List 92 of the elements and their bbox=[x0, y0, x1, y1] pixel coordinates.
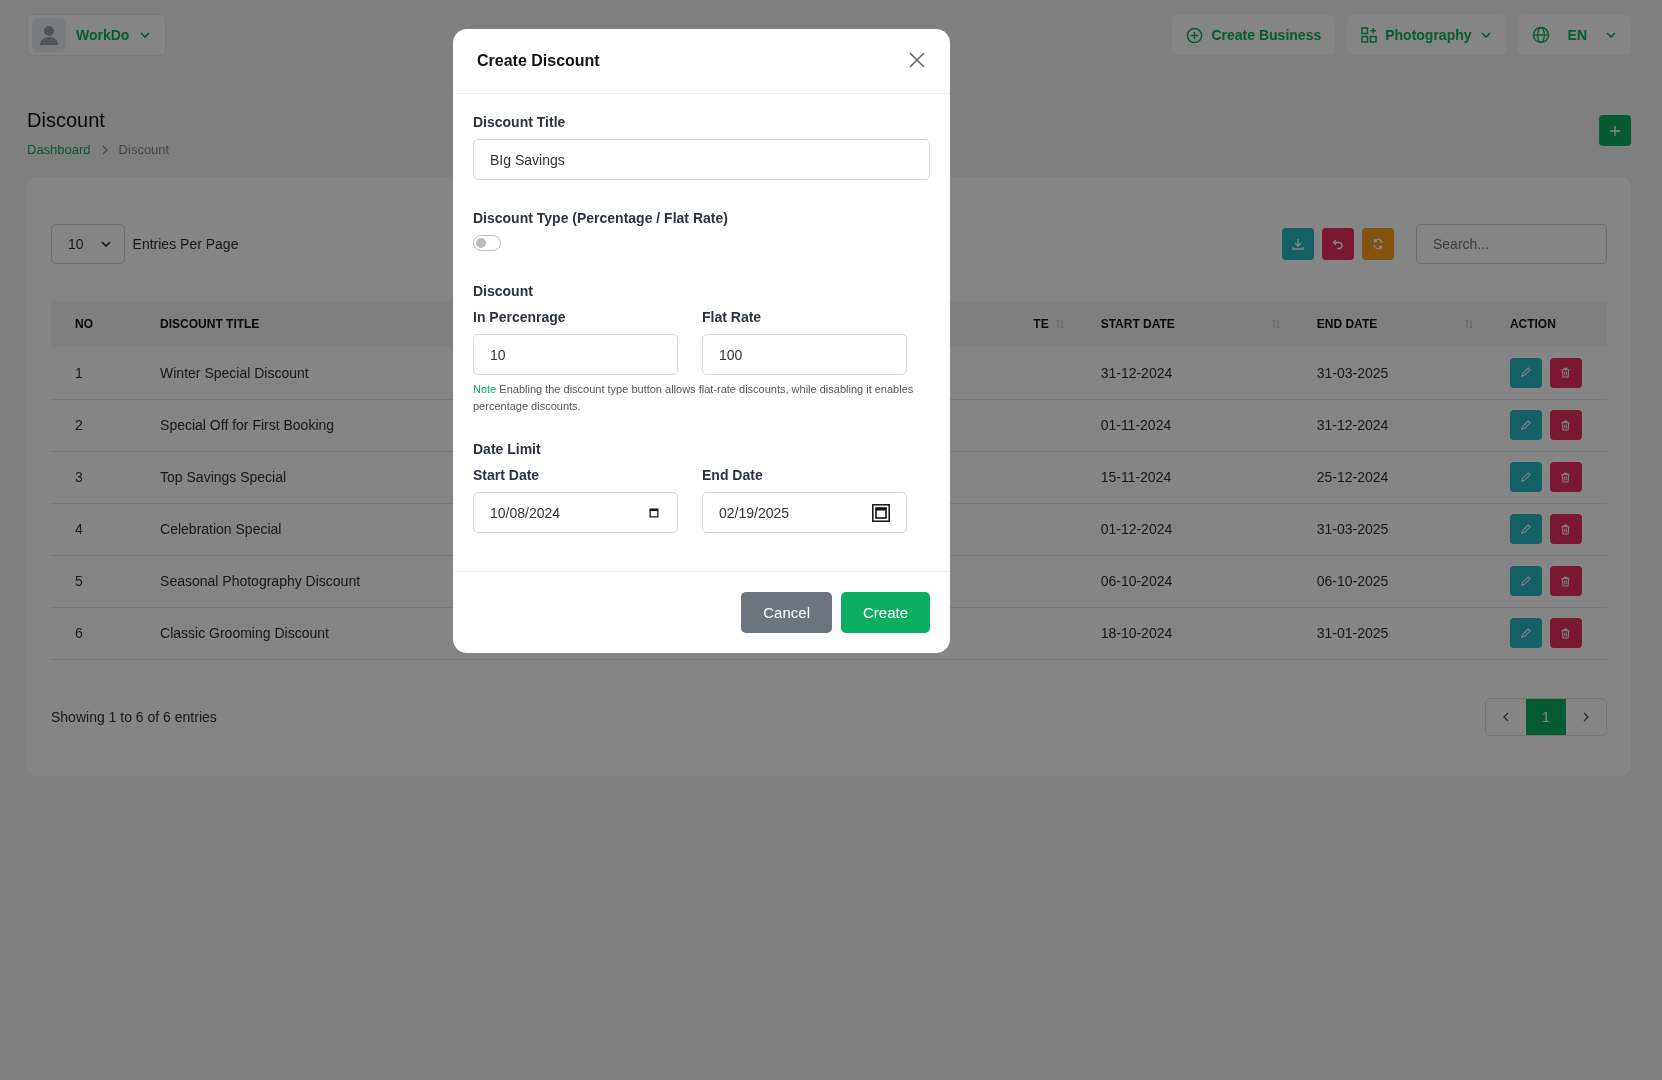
chevron-down-icon bbox=[1479, 29, 1492, 41]
table-cell: 18-10-2024 bbox=[1076, 607, 1293, 659]
export-button[interactable] bbox=[1282, 228, 1314, 260]
toggle-switch[interactable] bbox=[473, 235, 501, 251]
input-field[interactable]: 10 bbox=[473, 334, 678, 375]
table-cell: 5 bbox=[51, 555, 137, 607]
pencil-icon bbox=[1520, 367, 1532, 379]
table-cell: 4 bbox=[51, 503, 137, 555]
sort-icon[interactable] bbox=[1463, 319, 1474, 329]
pencil-icon bbox=[1520, 471, 1532, 483]
pencil-icon bbox=[1520, 419, 1532, 431]
entries-summary: Showing 1 to 6 of 6 entries bbox=[51, 708, 217, 725]
table-cell: 06-10-2025 bbox=[1292, 555, 1486, 607]
table-cell: 31-12-2024 bbox=[1292, 399, 1486, 451]
table-cell: 1 bbox=[51, 347, 137, 399]
trash-icon bbox=[1560, 367, 1572, 379]
field-label: Discount Title bbox=[473, 114, 567, 130]
entries-select[interactable]: 10 bbox=[51, 224, 125, 264]
search-field[interactable]: Search... bbox=[1416, 224, 1607, 264]
table-cell: 01-11-2024 bbox=[1076, 399, 1293, 451]
column-header[interactable]: END DATE bbox=[1292, 301, 1486, 347]
plus-icon bbox=[1610, 125, 1620, 136]
trash-icon bbox=[1560, 627, 1572, 639]
sort-icon[interactable] bbox=[1054, 319, 1065, 329]
apps-icon bbox=[1361, 27, 1378, 43]
user-name: WorkDo bbox=[76, 27, 130, 43]
chevron-down-icon bbox=[1605, 29, 1617, 41]
column-header[interactable]: START DATE bbox=[1076, 301, 1293, 347]
refresh-icon bbox=[1372, 238, 1384, 250]
table-cell: 15-11-2024 bbox=[1076, 451, 1293, 503]
chevron-right-icon bbox=[100, 144, 109, 155]
table-cell: 31-03-2025 bbox=[1292, 347, 1486, 399]
entries-label: Entries Per Page bbox=[132, 236, 239, 252]
table-cell: 31-12-2024 bbox=[1076, 347, 1293, 399]
edit-button[interactable] bbox=[1509, 514, 1542, 544]
close-icon bbox=[908, 51, 926, 69]
chevron-right-icon bbox=[1582, 711, 1590, 722]
field-label: Start Date bbox=[473, 467, 541, 483]
undo-icon bbox=[1332, 238, 1344, 250]
table-cell: 31-01-2025 bbox=[1292, 607, 1486, 659]
date-field[interactable]: 10/08/2024 bbox=[473, 492, 678, 533]
create-button[interactable]: Create bbox=[840, 592, 930, 633]
modal-title: Create Discount bbox=[477, 52, 600, 70]
download-icon bbox=[1292, 238, 1304, 250]
section-heading: Discount bbox=[473, 283, 534, 299]
chevron-down-icon bbox=[139, 29, 152, 41]
column-header: NO bbox=[51, 301, 137, 347]
edit-button[interactable] bbox=[1509, 462, 1542, 492]
table-cell: 06-10-2024 bbox=[1076, 555, 1293, 607]
undo-button[interactable] bbox=[1322, 228, 1354, 260]
delete-button[interactable] bbox=[1549, 566, 1582, 596]
field-label: In Percenrage bbox=[473, 309, 567, 325]
calendar-icon[interactable] bbox=[872, 503, 890, 522]
date-field[interactable]: 02/19/2025 bbox=[702, 492, 907, 533]
avatar-icon bbox=[32, 18, 66, 52]
page-title: Discount bbox=[27, 109, 106, 132]
globe-icon bbox=[1531, 26, 1550, 44]
sort-icon[interactable] bbox=[1270, 319, 1281, 329]
table-cell: 01-12-2024 bbox=[1076, 503, 1293, 555]
edit-button[interactable] bbox=[1509, 618, 1542, 648]
delete-button[interactable] bbox=[1549, 410, 1582, 440]
field-label: Discount Type (Percentage / Flat Rate) bbox=[473, 210, 729, 226]
table-cell: 2 bbox=[51, 399, 137, 451]
input-field[interactable]: 100 bbox=[702, 334, 907, 375]
delete-button[interactable] bbox=[1549, 514, 1582, 544]
trash-icon bbox=[1560, 419, 1572, 431]
edit-button[interactable] bbox=[1509, 357, 1542, 388]
table-cell: 31-03-2025 bbox=[1292, 503, 1486, 555]
trash-icon bbox=[1560, 471, 1572, 483]
breadcrumb-current: Discount bbox=[118, 142, 170, 157]
edit-button[interactable] bbox=[1509, 566, 1542, 596]
add-button[interactable] bbox=[1599, 115, 1631, 146]
table-cell: 25-12-2024 bbox=[1292, 451, 1486, 503]
chevron-left-icon bbox=[1502, 711, 1510, 722]
edit-button[interactable] bbox=[1509, 410, 1542, 440]
table-cell: 3 bbox=[51, 451, 137, 503]
pencil-icon bbox=[1520, 627, 1532, 639]
chevron-down-icon bbox=[99, 238, 112, 250]
pencil-icon bbox=[1520, 523, 1532, 535]
table-cell: 6 bbox=[51, 607, 137, 659]
delete-button[interactable] bbox=[1549, 618, 1582, 648]
plus-circle-icon bbox=[1186, 26, 1204, 44]
calendar-icon[interactable] bbox=[647, 505, 661, 520]
delete-button[interactable] bbox=[1549, 357, 1582, 388]
trash-icon bbox=[1560, 575, 1572, 587]
column-header: ACTION bbox=[1485, 301, 1607, 347]
cancel-button[interactable]: Cancel bbox=[741, 592, 832, 633]
trash-icon bbox=[1560, 523, 1572, 535]
delete-button[interactable] bbox=[1549, 462, 1582, 492]
refresh-button[interactable] bbox=[1362, 228, 1394, 260]
pencil-icon bbox=[1520, 575, 1532, 587]
input-field[interactable]: BIg Savings bbox=[473, 139, 930, 180]
